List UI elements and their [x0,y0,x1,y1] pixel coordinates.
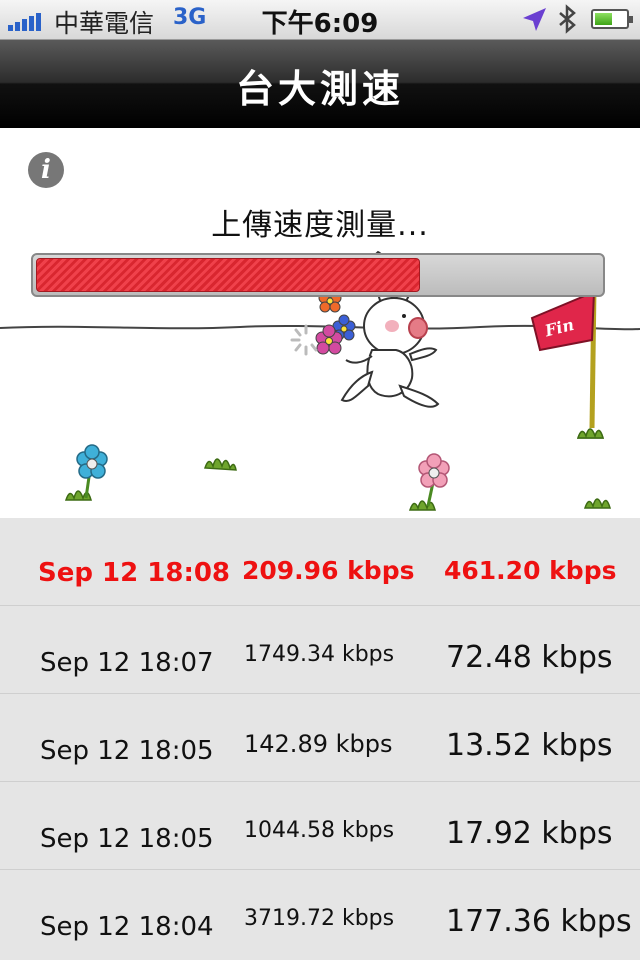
result-upload: 3719.72 kbps [244,906,395,931]
finish-flag-icon: Fin [530,287,597,429]
info-button[interactable]: i [28,152,64,188]
upload-progress-bar [31,253,605,297]
progress-fill [36,258,420,292]
page-title: 台大測速 [235,67,404,111]
results-list[interactable]: Sep 12 18:08 209.96 kbps 461.20 kbps Sep… [0,518,640,960]
result-download: 72.48 kbps [446,640,613,675]
pink-flower-icon [418,453,450,507]
result-upload: 209.96 kbps [242,556,415,585]
scene-illustration: Fin [0,250,640,511]
speed-test-panel: Fin i 上傳速度測量... [0,128,640,518]
result-date: Sep 12 18:07 [40,648,214,678]
result-row[interactable]: Sep 12 18:05 142.89 kbps 13.52 kbps [0,694,640,782]
result-upload: 1749.34 kbps [244,642,395,667]
battery-level [595,13,612,25]
bluetooth-icon [559,4,576,34]
result-upload: 142.89 kbps [244,730,393,758]
result-row[interactable]: Sep 12 18:05 1044.58 kbps 17.92 kbps [0,782,640,870]
result-date: Sep 12 18:04 [40,912,214,942]
test-status-message: 上傳速度測量... [211,208,429,243]
result-row[interactable]: Sep 12 18:04 3719.72 kbps 177.36 kbps [0,870,640,958]
location-arrow-icon [523,8,546,31]
result-download: 13.52 kbps [446,728,613,763]
blue-flower-icon [76,444,108,499]
result-download: 461.20 kbps [444,556,617,585]
result-row[interactable]: Sep 12 18:08 209.96 kbps 461.20 kbps [0,518,640,606]
result-row[interactable]: Sep 12 18:07 1749.34 kbps 72.48 kbps [0,606,640,694]
result-upload: 1044.58 kbps [244,818,395,843]
loading-spinner-icon [290,324,318,356]
result-date: Sep 12 18:05 [40,736,214,766]
status-bar: 中華電信 3G 下午6:09 [0,0,640,40]
result-date: Sep 12 18:05 [40,824,214,854]
result-date: Sep 12 18:08 [38,558,231,588]
result-download: 17.92 kbps [446,816,613,851]
navigation-bar: 台大測速 [0,40,640,128]
battery-icon [591,9,633,29]
result-download: 177.36 kbps [446,904,632,939]
